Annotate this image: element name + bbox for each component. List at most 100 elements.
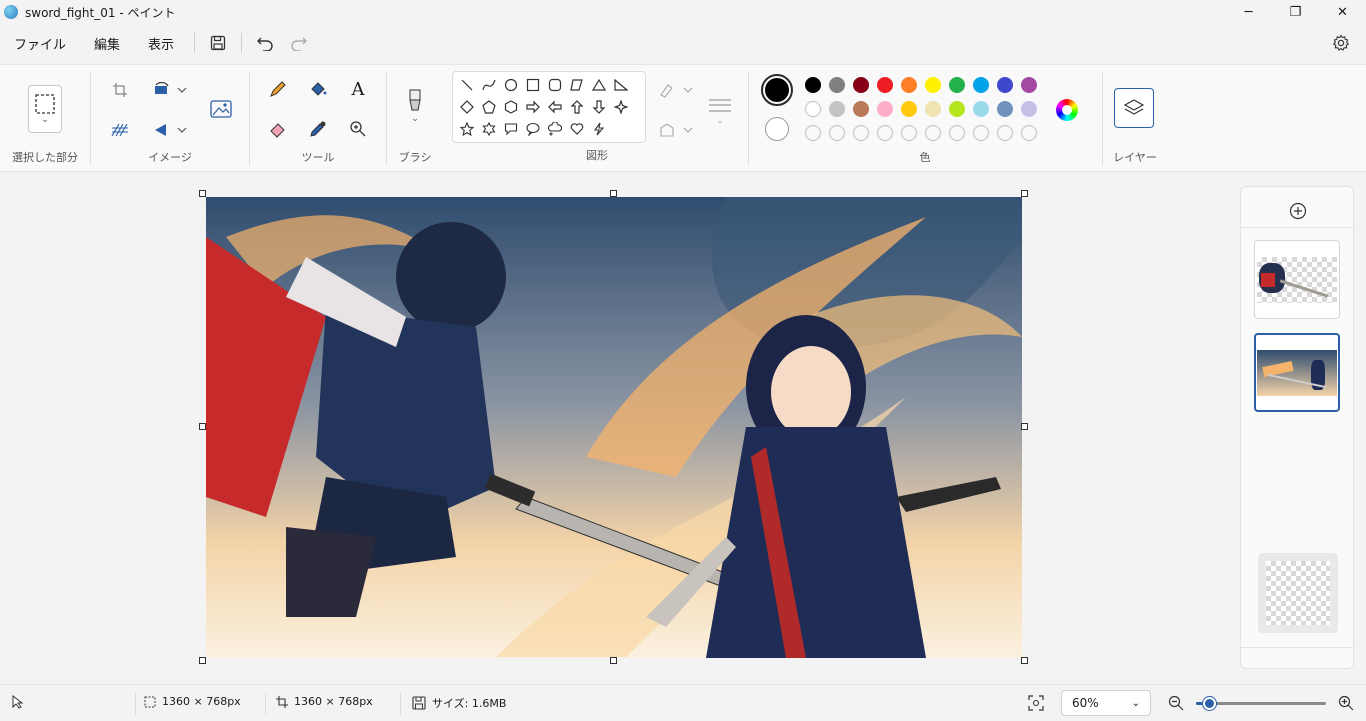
color-swatch[interactable] xyxy=(853,101,869,117)
callout-cloud-shape-icon[interactable] xyxy=(545,119,565,139)
lightning-shape-icon[interactable] xyxy=(589,119,609,139)
resize-handle-left[interactable] xyxy=(199,423,206,430)
callout-oval-shape-icon[interactable] xyxy=(523,119,543,139)
rectangle-shape-icon[interactable] xyxy=(523,75,543,95)
crop-icon[interactable] xyxy=(109,79,131,101)
five-point-star-shape-icon[interactable] xyxy=(457,119,477,139)
eraser-icon[interactable] xyxy=(266,117,290,141)
curve-shape-icon[interactable] xyxy=(479,75,499,95)
resize-handle-top-right[interactable] xyxy=(1021,190,1028,197)
secondary-color-button[interactable] xyxy=(765,117,789,141)
custom-color-slot[interactable] xyxy=(853,125,869,141)
custom-color-slot[interactable] xyxy=(805,125,821,141)
color-swatch[interactable] xyxy=(805,77,821,93)
color-swatch[interactable] xyxy=(901,101,917,117)
color-swatch[interactable] xyxy=(853,77,869,93)
zoom-slider-thumb[interactable] xyxy=(1203,697,1216,710)
add-layer-icon[interactable] xyxy=(1288,201,1308,221)
fit-to-window-icon[interactable] xyxy=(1026,693,1046,713)
color-swatch[interactable] xyxy=(997,101,1013,117)
brush-icon[interactable]: ⌄ xyxy=(401,83,429,129)
undo-icon[interactable] xyxy=(248,29,282,57)
polygon-shape-icon[interactable] xyxy=(567,75,587,95)
color-swatch[interactable] xyxy=(949,77,965,93)
left-arrow-shape-icon[interactable] xyxy=(545,97,565,117)
maximize-button[interactable]: ❐ xyxy=(1272,0,1319,24)
callout-rect-shape-icon[interactable] xyxy=(501,119,521,139)
color-swatch[interactable] xyxy=(877,101,893,117)
color-swatch[interactable] xyxy=(805,101,821,117)
color-swatch[interactable] xyxy=(1021,101,1037,117)
pencil-icon[interactable] xyxy=(266,77,290,101)
color-swatch[interactable] xyxy=(973,77,989,93)
color-swatch[interactable] xyxy=(973,101,989,117)
fill-bucket-icon[interactable] xyxy=(306,77,330,101)
zoom-level-dropdown[interactable]: 60% ⌄ xyxy=(1061,690,1151,716)
custom-color-slot[interactable] xyxy=(829,125,845,141)
color-swatch[interactable] xyxy=(1021,77,1037,93)
menu-view[interactable]: 表示 xyxy=(134,29,188,57)
edit-colors-icon[interactable] xyxy=(1056,99,1078,121)
four-point-star-shape-icon[interactable] xyxy=(611,97,631,117)
zoom-out-icon[interactable] xyxy=(1166,693,1186,713)
right-triangle-shape-icon[interactable] xyxy=(611,75,631,95)
color-swatch[interactable] xyxy=(997,77,1013,93)
zoom-in-icon[interactable] xyxy=(1336,693,1356,713)
layers-icon[interactable] xyxy=(1114,88,1154,128)
select-rectangle-button[interactable]: ⌄ xyxy=(28,85,62,133)
color-swatch[interactable] xyxy=(925,101,941,117)
right-arrow-shape-icon[interactable] xyxy=(523,97,543,117)
diamond-shape-icon[interactable] xyxy=(457,97,477,117)
layer-thumbnail-2-selected[interactable] xyxy=(1254,333,1340,412)
pentagon-shape-icon[interactable] xyxy=(479,97,499,117)
color-swatch[interactable] xyxy=(829,77,845,93)
custom-color-slot[interactable] xyxy=(877,125,893,141)
magnifier-icon[interactable] xyxy=(346,117,370,141)
resize-handle-top-left[interactable] xyxy=(199,190,206,197)
outline-style-icon[interactable] xyxy=(656,79,696,101)
menu-file[interactable]: ファイル xyxy=(0,29,80,57)
settings-gear-icon[interactable] xyxy=(1324,29,1358,57)
resize-handle-right[interactable] xyxy=(1021,423,1028,430)
custom-color-slot[interactable] xyxy=(1021,125,1037,141)
line-shape-icon[interactable] xyxy=(457,75,477,95)
heart-shape-icon[interactable] xyxy=(567,119,587,139)
rotate-icon[interactable] xyxy=(149,79,191,101)
custom-color-slot[interactable] xyxy=(901,125,917,141)
resize-handle-bottom-right[interactable] xyxy=(1021,657,1028,664)
resize-handle-bottom[interactable] xyxy=(610,657,617,664)
custom-color-slot[interactable] xyxy=(925,125,941,141)
six-point-star-shape-icon[interactable] xyxy=(479,119,499,139)
hexagon-shape-icon[interactable] xyxy=(501,97,521,117)
flip-icon[interactable] xyxy=(149,119,191,141)
custom-color-slot[interactable] xyxy=(997,125,1013,141)
primary-color-button[interactable] xyxy=(761,74,793,106)
color-swatch[interactable] xyxy=(877,77,893,93)
color-swatch[interactable] xyxy=(829,101,845,117)
color-swatch[interactable] xyxy=(949,101,965,117)
line-size-icon[interactable]: ⌄ xyxy=(704,89,736,133)
close-button[interactable]: ✕ xyxy=(1319,0,1366,24)
color-swatch[interactable] xyxy=(925,77,941,93)
drawing-canvas[interactable] xyxy=(206,197,1022,658)
zoom-slider-track[interactable] xyxy=(1196,697,1326,710)
color-picker-icon[interactable] xyxy=(306,117,330,141)
custom-color-slot[interactable] xyxy=(949,125,965,141)
resize-handle-bottom-left[interactable] xyxy=(199,657,206,664)
text-tool-icon[interactable]: A xyxy=(346,77,370,101)
oval-shape-icon[interactable] xyxy=(501,75,521,95)
resize-handle-top[interactable] xyxy=(610,190,617,197)
save-icon[interactable] xyxy=(201,29,235,57)
layer-thumbnail-1[interactable] xyxy=(1254,240,1340,319)
fill-style-icon[interactable] xyxy=(656,119,696,141)
color-swatch[interactable] xyxy=(901,77,917,93)
menu-edit[interactable]: 編集 xyxy=(80,29,134,57)
minimize-button[interactable]: ─ xyxy=(1225,0,1272,24)
triangle-shape-icon[interactable] xyxy=(589,75,609,95)
resize-icon[interactable] xyxy=(109,119,131,141)
redo-icon[interactable] xyxy=(282,29,316,57)
custom-color-slot[interactable] xyxy=(973,125,989,141)
rounded-rectangle-shape-icon[interactable] xyxy=(545,75,565,95)
up-arrow-shape-icon[interactable] xyxy=(567,97,587,117)
image-properties-icon[interactable] xyxy=(207,95,235,123)
